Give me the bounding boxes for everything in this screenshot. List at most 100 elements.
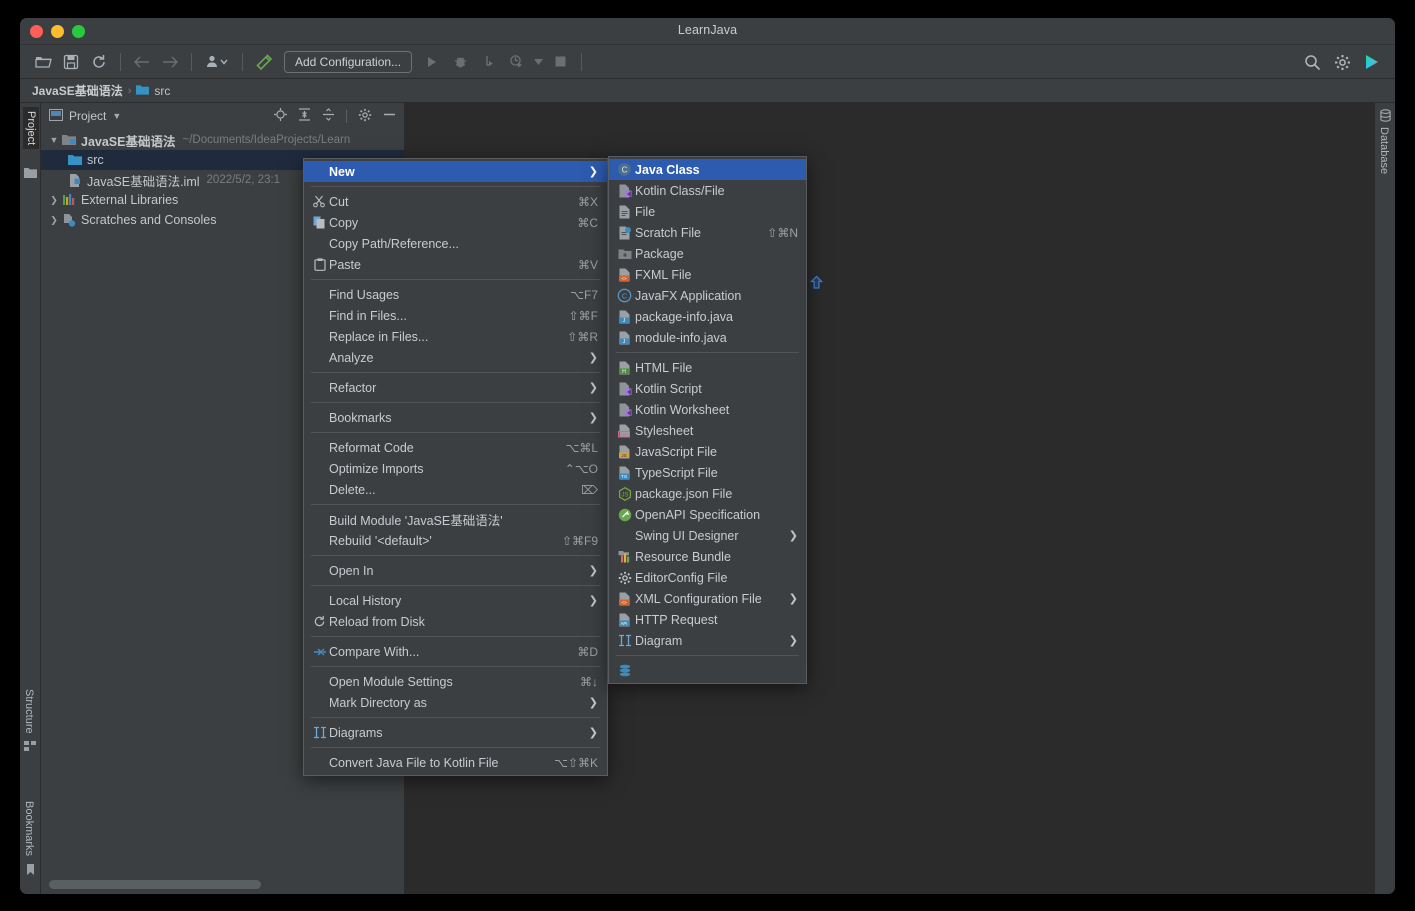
- forward-arrow-icon[interactable]: [157, 50, 183, 74]
- settings-gear-icon[interactable]: [358, 108, 372, 125]
- menu-item-diagrams[interactable]: Diagrams ❯: [304, 722, 607, 743]
- menu-item-find-in-files[interactable]: Find in Files... ⇧⌘F: [304, 305, 607, 326]
- gear-icon[interactable]: [1329, 50, 1355, 74]
- menu-label: Open In: [329, 563, 374, 578]
- rail-item-project[interactable]: Project: [23, 107, 39, 150]
- stop-icon[interactable]: [547, 50, 573, 74]
- submenu-item-kotlin-worksheet[interactable]: Kotlin Worksheet: [609, 399, 806, 420]
- horizontal-scrollbar[interactable]: [49, 880, 396, 889]
- menu-item-delete[interactable]: Delete... ⌦: [304, 479, 607, 500]
- project-window-icon: [49, 108, 63, 124]
- submenu-item-module-info-java[interactable]: J module-info.java: [609, 327, 806, 348]
- save-icon[interactable]: [58, 50, 84, 74]
- submenu-item-kotlin-class-file[interactable]: Kotlin Class/File: [609, 180, 806, 201]
- menu-item-copy-path-reference[interactable]: Copy Path/Reference...: [304, 233, 607, 254]
- menu-item-cut[interactable]: Cut ⌘X: [304, 191, 607, 212]
- submenu-item-typescript-file[interactable]: TS TypeScript File: [609, 462, 806, 483]
- submenu-item-package[interactable]: Package: [609, 243, 806, 264]
- toolbar-right-group: [1299, 45, 1385, 79]
- menu-item-convert-java-to-kotlin[interactable]: Convert Java File to Kotlin File ⌥⇧⌘K: [304, 752, 607, 773]
- menu-item-refactor[interactable]: Refactor ❯: [304, 377, 607, 398]
- submenu-item-data-source-in-path[interactable]: [609, 660, 806, 681]
- profile-icon[interactable]: [503, 50, 529, 74]
- submenu-item-resource-bundle[interactable]: Resource Bundle: [609, 546, 806, 567]
- bookmark-icon[interactable]: [24, 863, 37, 876]
- context-menu[interactable]: New ❯ Cut ⌘X Copy ⌘C Copy Path/Reference…: [303, 158, 608, 776]
- menu-item-compare-with[interactable]: Compare With... ⌘D: [304, 641, 607, 662]
- breadcrumb-folder[interactable]: src: [154, 84, 170, 98]
- submenu-item-swing-ui-designer[interactable]: Swing UI Designer ❯: [609, 525, 806, 546]
- menu-item-rebuild[interactable]: Rebuild '<default>' ⇧⌘F9: [304, 530, 607, 551]
- tree-row-module[interactable]: ▼ JavaSE基础语法 ~/Documents/IdeaProjects/Le…: [41, 130, 404, 150]
- menu-item-reload-from-disk[interactable]: Reload from Disk: [304, 611, 607, 632]
- menu-item-mark-directory-as[interactable]: Mark Directory as ❯: [304, 692, 607, 713]
- menu-item-local-history[interactable]: Local History ❯: [304, 590, 607, 611]
- hide-icon[interactable]: [383, 108, 396, 124]
- collapse-all-icon[interactable]: [322, 108, 335, 124]
- ide-logo-icon[interactable]: [1359, 50, 1385, 74]
- menu-item-reformat-code[interactable]: Reformat Code ⌥⌘L: [304, 437, 607, 458]
- menu-item-bookmarks[interactable]: Bookmarks ❯: [304, 407, 607, 428]
- html-file-icon: H: [614, 360, 635, 376]
- open-folder-icon[interactable]: [30, 50, 56, 74]
- submenu-item-javascript-file[interactable]: JS JavaScript File: [609, 441, 806, 462]
- database-icon[interactable]: [1379, 109, 1392, 122]
- submenu-item-kotlin-script[interactable]: Kotlin Script: [609, 378, 806, 399]
- submenu-label: Kotlin Script: [635, 381, 702, 396]
- menu-separator-4: [311, 402, 600, 403]
- submenu-item-java-class[interactable]: C Java Class: [609, 159, 806, 180]
- rail-item-database[interactable]: Database: [1378, 127, 1390, 174]
- submenu-item-html-file[interactable]: H HTML File: [609, 357, 806, 378]
- chevron-down-icon[interactable]: ▼: [112, 111, 121, 121]
- menu-item-new[interactable]: New ❯: [304, 161, 607, 182]
- run-icon[interactable]: [419, 50, 445, 74]
- submenu-item-javafx-application[interactable]: C JavaFX Application: [609, 285, 806, 306]
- submenu-item-http-request[interactable]: API HTTP Request: [609, 609, 806, 630]
- submenu-item-stylesheet[interactable]: CSS Stylesheet: [609, 420, 806, 441]
- submenu-item-package-json-file[interactable]: JS package.json File: [609, 483, 806, 504]
- menu-item-open-in[interactable]: Open In ❯: [304, 560, 607, 581]
- expand-arrow-icon[interactable]: ❯: [47, 195, 61, 206]
- submenu-item-scratch-file[interactable]: Scratch File ⇧⌘N: [609, 222, 806, 243]
- menu-label: Reload from Disk: [329, 614, 425, 629]
- debug-icon[interactable]: [447, 50, 473, 74]
- caret-icon[interactable]: [531, 50, 545, 74]
- menu-item-build-module[interactable]: Build Module 'JavaSE基础语法': [304, 509, 607, 530]
- menu-item-open-module-settings[interactable]: Open Module Settings ⌘↓: [304, 671, 607, 692]
- sync-icon[interactable]: [86, 50, 112, 74]
- submenu-item-diagram[interactable]: Diagram ❯: [609, 630, 806, 651]
- menu-item-analyze[interactable]: Analyze ❯: [304, 347, 607, 368]
- submenu-item-editorconfig-file[interactable]: EditorConfig File: [609, 567, 806, 588]
- project-folder-icon[interactable]: [24, 165, 37, 178]
- ide-window: LearnJava Add Configuration... JavaSE基础语…: [20, 18, 1395, 894]
- back-arrow-icon[interactable]: [129, 50, 155, 74]
- menu-item-replace-in-files[interactable]: Replace in Files... ⇧⌘R: [304, 326, 607, 347]
- menu-item-optimize-imports[interactable]: Optimize Imports ⌃⌥O: [304, 458, 607, 479]
- submenu-item-openapi-specification[interactable]: OpenAPI Specification: [609, 504, 806, 525]
- submenu-shortcut: ⇧⌘N: [767, 225, 798, 240]
- rail-item-structure[interactable]: Structure: [23, 689, 35, 734]
- menu-item-copy[interactable]: Copy ⌘C: [304, 212, 607, 233]
- search-icon[interactable]: [1299, 50, 1325, 74]
- build-hammer-icon[interactable]: [251, 50, 277, 74]
- submenu-item-xml-configuration-file[interactable]: <> XML Configuration File ❯: [609, 588, 806, 609]
- menu-label: Cut: [329, 194, 349, 209]
- locate-icon[interactable]: [274, 108, 287, 124]
- rail-item-bookmarks[interactable]: Bookmarks: [23, 801, 35, 856]
- submenu-item-fxml-file[interactable]: <> FXML File: [609, 264, 806, 285]
- expand-all-icon[interactable]: [298, 108, 311, 124]
- submenu-item-package-info-java[interactable]: J package-info.java: [609, 306, 806, 327]
- breadcrumb-project[interactable]: JavaSE基础语法: [32, 82, 123, 99]
- ts-file-icon: TS: [614, 465, 635, 481]
- submenu-item-file[interactable]: File: [609, 201, 806, 222]
- add-configuration-button[interactable]: Add Configuration...: [284, 50, 413, 73]
- new-submenu[interactable]: C Java Class Kotlin Class/File File Scra…: [608, 156, 807, 684]
- menu-item-paste[interactable]: Paste ⌘V: [304, 254, 607, 275]
- collapse-arrow-icon[interactable]: ▼: [47, 135, 61, 145]
- vcs-update-icon[interactable]: [200, 50, 234, 74]
- structure-icon[interactable]: [24, 739, 37, 752]
- header-separator: [346, 109, 347, 123]
- menu-item-find-usages[interactable]: Find Usages ⌥F7: [304, 284, 607, 305]
- expand-arrow-icon-2[interactable]: ❯: [47, 215, 61, 226]
- run-with-coverage-icon[interactable]: [475, 50, 501, 74]
